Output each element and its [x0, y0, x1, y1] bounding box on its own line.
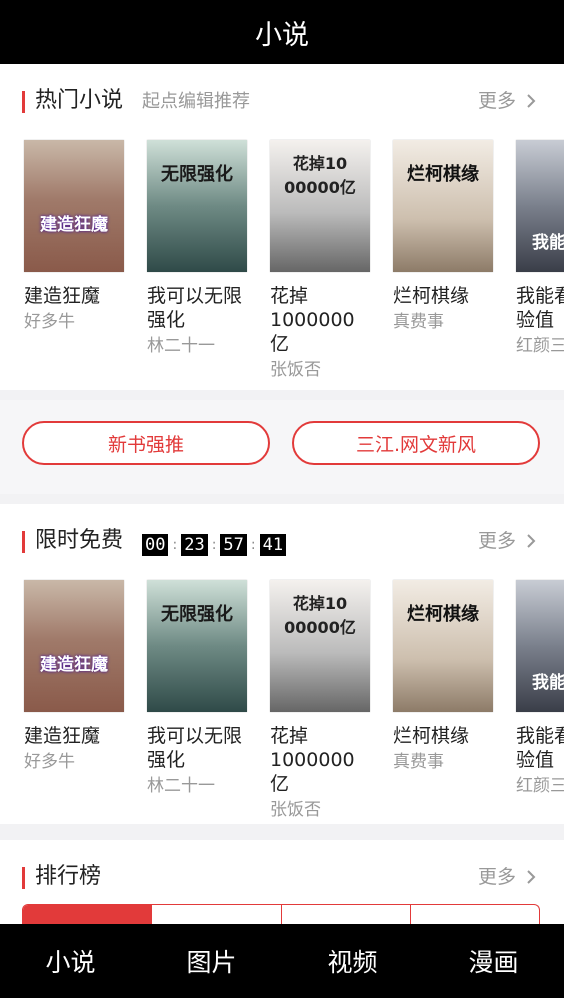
bottom-nav: 小说 图片 视频 漫画: [0, 924, 564, 998]
content-scroll[interactable]: 热门小说 起点编辑推荐 更多 建造狂魔 建造狂魔 好多牛 无限强化 我可以无限强…: [0, 64, 564, 924]
book-title: 花掉1000000亿: [270, 285, 355, 355]
book-author: 林二十一: [147, 776, 215, 796]
cover-title: 花掉10 00000亿: [284, 594, 356, 637]
free-section-header: 限时免费 00 : 23 : 57 : 41 更多: [0, 504, 564, 580]
book-author: 红颜三: [516, 336, 564, 356]
book-cover: 建造狂魔: [24, 580, 124, 712]
book-author: 张饭否: [270, 800, 321, 820]
cover-title: 我能经验: [532, 233, 564, 253]
ranking-tab[interactable]: [151, 905, 280, 924]
ranking-section: 排行榜 更多: [0, 840, 564, 924]
book-cover: 我能经验: [516, 140, 564, 272]
nav-videos[interactable]: 视频: [282, 943, 423, 979]
cover-title: 无限强化: [161, 164, 233, 185]
book-card[interactable]: 无限强化 我可以无限强化 林二十一: [147, 580, 247, 797]
book-author: 好多牛: [24, 312, 75, 332]
book-cover: 无限强化: [147, 580, 247, 712]
timer-fraction: 41: [259, 534, 287, 556]
ranking-tab[interactable]: [409, 905, 539, 924]
book-card[interactable]: 烂柯棋缘 烂柯棋缘 真费事: [393, 580, 493, 773]
book-title: 烂柯棋缘: [393, 285, 470, 307]
nav-images[interactable]: 图片: [141, 943, 282, 979]
book-title: 建造狂魔: [24, 725, 101, 747]
ranking-tab[interactable]: [280, 905, 410, 924]
book-row: 建造狂魔 建造狂魔 好多牛 无限强化 我可以无限强化 林二十一 花掉10 000…: [0, 140, 564, 390]
page-title: 小说: [255, 19, 309, 51]
book-title: 我可以无限强化: [147, 285, 243, 331]
more-label: 更多: [477, 90, 516, 112]
book-title: 我能看见经验值: [516, 725, 564, 771]
nav-novels[interactable]: 小说: [0, 943, 141, 979]
book-title: 我可以无限强化: [147, 725, 243, 771]
timer-minutes: 23: [181, 534, 208, 556]
sanjiang-button[interactable]: 三江.网文新风: [292, 421, 540, 465]
book-author: 真费事: [393, 752, 444, 772]
more-link[interactable]: 更多: [478, 88, 538, 114]
hot-novels-section: 热门小说 起点编辑推荐 更多 建造狂魔 建造狂魔 好多牛 无限强化 我可以无限强…: [0, 64, 564, 390]
book-title: 我能看见经验值: [516, 285, 564, 331]
chevron-right-icon: [527, 94, 536, 108]
section-accent-bar: [22, 531, 25, 553]
book-cover: 花掉10 00000亿: [270, 580, 370, 712]
book-author: 好多牛: [24, 752, 75, 772]
hot-section-header: 热门小说 起点编辑推荐 更多: [0, 64, 564, 140]
cover-title: 建造狂魔: [40, 655, 108, 675]
section-subtitle: 起点编辑推荐: [142, 91, 250, 112]
chevron-right-icon: [527, 534, 536, 548]
book-row: 建造狂魔 建造狂魔 好多牛 无限强化 我可以无限强化 林二十一 花掉10 000…: [0, 580, 564, 830]
book-author: 林二十一: [147, 336, 215, 356]
book-card[interactable]: 建造狂魔 建造狂魔 好多牛: [24, 580, 124, 773]
book-card[interactable]: 我能经验 我能看见经验值 红颜三: [516, 580, 564, 797]
section-title: 排行榜: [35, 864, 102, 889]
app-header: 小说: [0, 0, 564, 64]
book-card[interactable]: 无限强化 我可以无限强化 林二十一: [147, 140, 247, 357]
cover-title: 烂柯棋缘: [407, 164, 479, 185]
book-title: 烂柯棋缘: [393, 725, 470, 747]
book-title: 花掉1000000亿: [270, 725, 355, 795]
book-card[interactable]: 我能经验 我能看见经验值 红颜三: [516, 140, 564, 357]
book-cover: 花掉10 00000亿: [270, 140, 370, 272]
chevron-right-icon: [527, 870, 536, 884]
cover-title: 花掉10 00000亿: [284, 154, 356, 197]
more-label: 更多: [477, 866, 516, 888]
book-author: 红颜三: [516, 776, 564, 796]
section-accent-bar: [22, 867, 25, 889]
timer-hours: 00: [142, 534, 169, 556]
nav-comics[interactable]: 漫画: [423, 943, 564, 979]
limited-free-section: 限时免费 00 : 23 : 57 : 41 更多 建造狂魔 建造狂魔 好多牛 …: [0, 504, 564, 824]
book-cover: 烂柯棋缘: [393, 140, 493, 272]
book-card[interactable]: 烂柯棋缘 烂柯棋缘 真费事: [393, 140, 493, 333]
cover-title: 烂柯棋缘: [407, 604, 479, 625]
more-label: 更多: [477, 530, 516, 552]
promo-buttons-section: 新书强推 三江.网文新风: [0, 400, 564, 494]
cover-title: 建造狂魔: [40, 215, 108, 235]
book-title: 建造狂魔: [24, 285, 101, 307]
countdown-timer: 00 : 23 : 57 : 41: [142, 534, 287, 556]
section-title: 热门小说: [35, 88, 124, 113]
cover-title: 无限强化: [161, 604, 233, 625]
book-cover: 建造狂魔: [24, 140, 124, 272]
book-author: 真费事: [393, 312, 444, 332]
cover-title: 我能经验: [532, 673, 564, 693]
book-cover: 烂柯棋缘: [393, 580, 493, 712]
book-card[interactable]: 花掉10 00000亿 花掉1000000亿 张饭否: [270, 580, 370, 821]
book-author: 张饭否: [270, 360, 321, 380]
new-books-button[interactable]: 新书强推: [22, 421, 270, 465]
book-cover: 无限强化: [147, 140, 247, 272]
more-link[interactable]: 更多: [478, 528, 538, 554]
book-card[interactable]: 花掉10 00000亿 花掉1000000亿 张饭否: [270, 140, 370, 381]
book-card[interactable]: 建造狂魔 建造狂魔 好多牛: [24, 140, 124, 333]
more-link[interactable]: 更多: [478, 864, 538, 890]
ranking-tab[interactable]: [23, 905, 152, 924]
ranking-tabs: [22, 904, 540, 924]
section-title: 限时免费: [35, 528, 124, 553]
book-cover: 我能经验: [516, 580, 564, 712]
section-accent-bar: [22, 91, 25, 113]
timer-seconds: 57: [220, 534, 247, 556]
